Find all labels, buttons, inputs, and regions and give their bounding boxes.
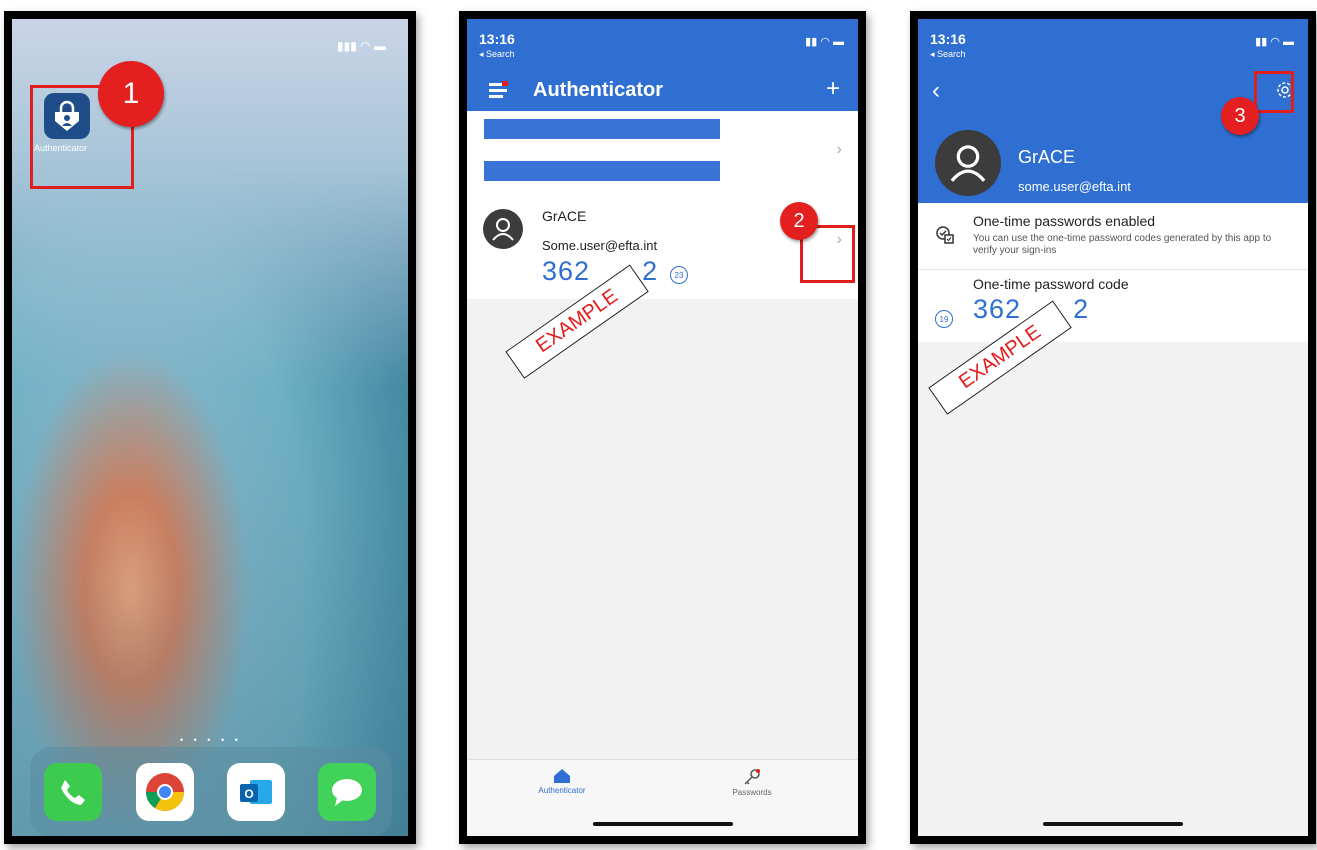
phone-account-detail: 13:16 ◂ Search ▮▮ ◠ ▬ ‹ GrACE some.user@… [910,11,1316,844]
status-bar-icons: ▮▮ ◠ ▬ [805,36,844,48]
step-badge-3: 3 [1221,97,1259,135]
bottom-tab-bar: Authenticator Passwords [467,759,858,836]
otp-code-title: One-time password code [973,276,1129,292]
tab-label: Authenticator [538,786,586,795]
outlook-app-icon[interactable]: O [227,763,285,821]
messages-app-icon[interactable] [318,763,376,821]
account-email: some.user@efta.int [1018,179,1131,194]
person-icon [492,218,514,241]
countdown-timer-icon: 19 [935,310,953,328]
redacted-bar [484,119,720,139]
home-icon [554,769,570,783]
step-badge-1: 1 [98,61,164,127]
svg-text:O: O [244,787,253,801]
status-bar-icons: ▮▮ ◠ ▬ [1255,36,1294,48]
avatar [483,209,523,249]
page-title: Authenticator [533,79,663,101]
tab-authenticator[interactable]: Authenticator [507,768,617,795]
status-time: 13:16 [930,31,966,47]
authenticator-list-screen: 13:16 ◂ Search ▮▮ ◠ ▬ Authenticator + › … [467,19,858,836]
step-badge-2: 2 [780,202,818,240]
key-icon [744,769,760,785]
chrome-app-icon[interactable] [136,763,194,821]
checkmark-icon [935,225,955,250]
page-indicator-dots: • • • • • [180,735,242,745]
account-detail-screen: 13:16 ◂ Search ▮▮ ◠ ▬ ‹ GrACE some.user@… [918,19,1308,836]
status-time: 13:16 [479,31,515,47]
phone-app-icon[interactable] [44,763,102,821]
back-to-search-link[interactable]: ◂ Search [479,49,515,60]
avatar [935,130,1001,196]
person-icon [950,145,986,182]
account-email: Some.user@efta.int [542,238,658,253]
phone-account-list: 13:16 ◂ Search ▮▮ ◠ ▬ Authenticator + › … [459,11,866,844]
countdown-timer-icon: 23 [670,266,688,284]
add-account-button[interactable]: + [826,75,840,103]
account-name: GrACE [542,208,587,224]
status-bar-icons: ▮▮▮ ◠ ▬ [337,39,386,53]
back-chevron-icon[interactable]: ‹ [932,77,940,105]
account-name: GrACE [1018,147,1076,167]
highlight-box-settings [1254,71,1294,113]
hamburger-menu-icon[interactable] [489,81,509,104]
home-indicator [592,822,733,826]
chevron-right-icon: › [836,141,842,158]
otp-code-row: 19 One-time password code 362 2 [918,270,1308,342]
app-header: 13:16 ◂ Search ▮▮ ◠ ▬ Authenticator + [467,19,858,111]
home-wallpaper: ▮▮▮ ◠ ▬ Authenticator 1 • • • • • O [12,19,408,836]
otp-enabled-description: You can use the one-time password codes … [973,233,1272,256]
tab-label: Passwords [732,788,772,797]
redacted-bar [484,161,720,181]
back-to-search-link[interactable]: ◂ Search [930,49,966,60]
otp-enabled-title: One-time passwords enabled [973,213,1156,229]
otp-enabled-row: One-time passwords enabled You can use t… [918,203,1308,270]
phone-home-screen: ▮▮▮ ◠ ▬ Authenticator 1 • • • • • O [4,11,416,844]
list-item-redacted[interactable]: › [467,111,858,196]
home-indicator [1043,822,1183,826]
tab-passwords[interactable]: Passwords [697,768,807,797]
